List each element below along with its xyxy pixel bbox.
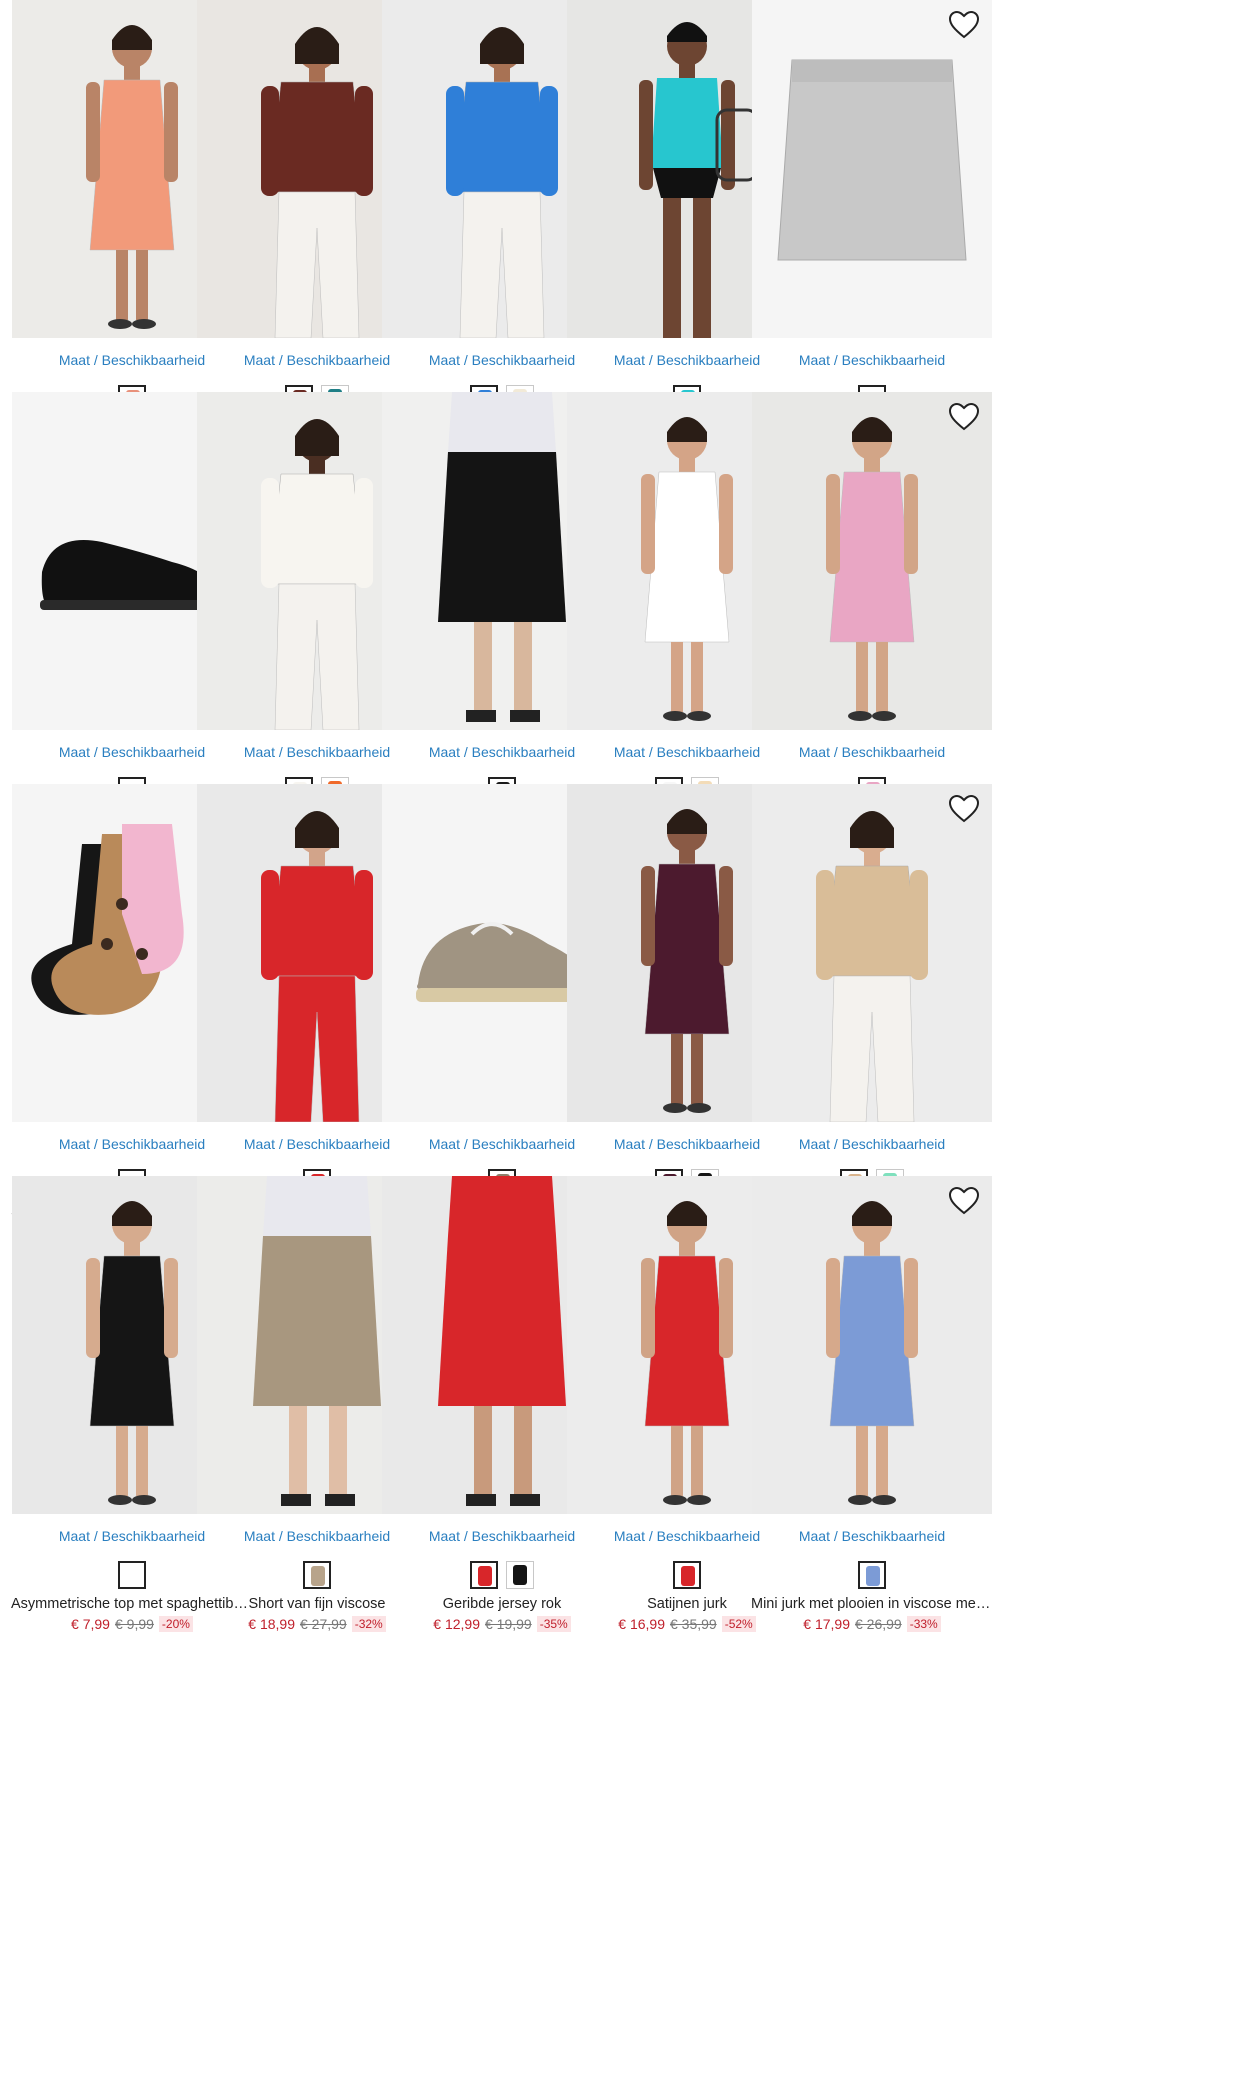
wishlist-heart-icon[interactable] (948, 794, 980, 824)
swatch-thumbnail (513, 1565, 527, 1585)
swatch-thumbnail (681, 1566, 695, 1586)
color-swatches (749, 1560, 995, 1590)
current-price: € 12,99 (433, 1616, 480, 1632)
product-title[interactable]: Mini jurk met plooien in viscose met blo… (749, 1596, 995, 1612)
swatch-thumbnail (478, 1566, 492, 1586)
product-image[interactable] (752, 392, 992, 730)
availability-link[interactable]: Maat / Beschikbaarheid (749, 1136, 995, 1152)
availability-link[interactable]: Maat / Beschikbaarheid (749, 1528, 995, 1544)
color-swatch[interactable] (118, 1561, 146, 1589)
product-card[interactable]: Maat / Beschikbaarheid Mini jurk met ploo… (749, 1176, 995, 1632)
old-price: € 27,99 (299, 1616, 347, 1632)
current-price: € 7,99 (71, 1616, 110, 1632)
old-price: € 9,99 (114, 1616, 154, 1632)
color-swatch[interactable] (303, 1561, 331, 1589)
current-price: € 18,99 (248, 1616, 295, 1632)
old-price: € 26,99 (854, 1616, 902, 1632)
wishlist-heart-icon[interactable] (948, 402, 980, 432)
swatch-thumbnail (126, 1566, 140, 1586)
old-price: € 35,99 (669, 1616, 717, 1632)
product-image[interactable] (752, 784, 992, 1122)
product-grid: Maat / BeschikbaarheidMidi jurk€ 25,99€ … (0, 0, 1250, 2082)
color-swatch[interactable] (506, 1561, 534, 1589)
color-swatch[interactable] (673, 1561, 701, 1589)
product-card[interactable]: Maat / BeschikbaarheidJersey jurk van pu… (749, 392, 995, 848)
old-price: € 19,99 (484, 1616, 532, 1632)
product-image[interactable] (752, 0, 992, 338)
product-image[interactable] (752, 1176, 992, 1514)
availability-link[interactable]: Maat / Beschikbaarheid (749, 744, 995, 760)
price-row: € 17,99 € 26,99 -33% (749, 1616, 995, 1632)
swatch-thumbnail (866, 1566, 880, 1586)
wishlist-heart-icon[interactable] (948, 1186, 980, 1216)
discount-badge: -33% (906, 1616, 941, 1632)
current-price: € 17,99 (803, 1616, 850, 1632)
wishlist-heart-icon[interactable] (948, 10, 980, 40)
product-card[interactable]: Maat / BeschikbaarheidMetallic rok€ 8,99… (749, 0, 995, 456)
current-price: € 16,99 (618, 1616, 665, 1632)
discount-badge: -20% (158, 1616, 193, 1632)
swatch-thumbnail (311, 1566, 325, 1586)
availability-link[interactable]: Maat / Beschikbaarheid (749, 352, 995, 368)
product-card[interactable]: Maat / BeschikbaarheidTuniekblouse in ee… (749, 784, 995, 1240)
color-swatch[interactable] (858, 1561, 886, 1589)
color-swatch[interactable] (470, 1561, 498, 1589)
